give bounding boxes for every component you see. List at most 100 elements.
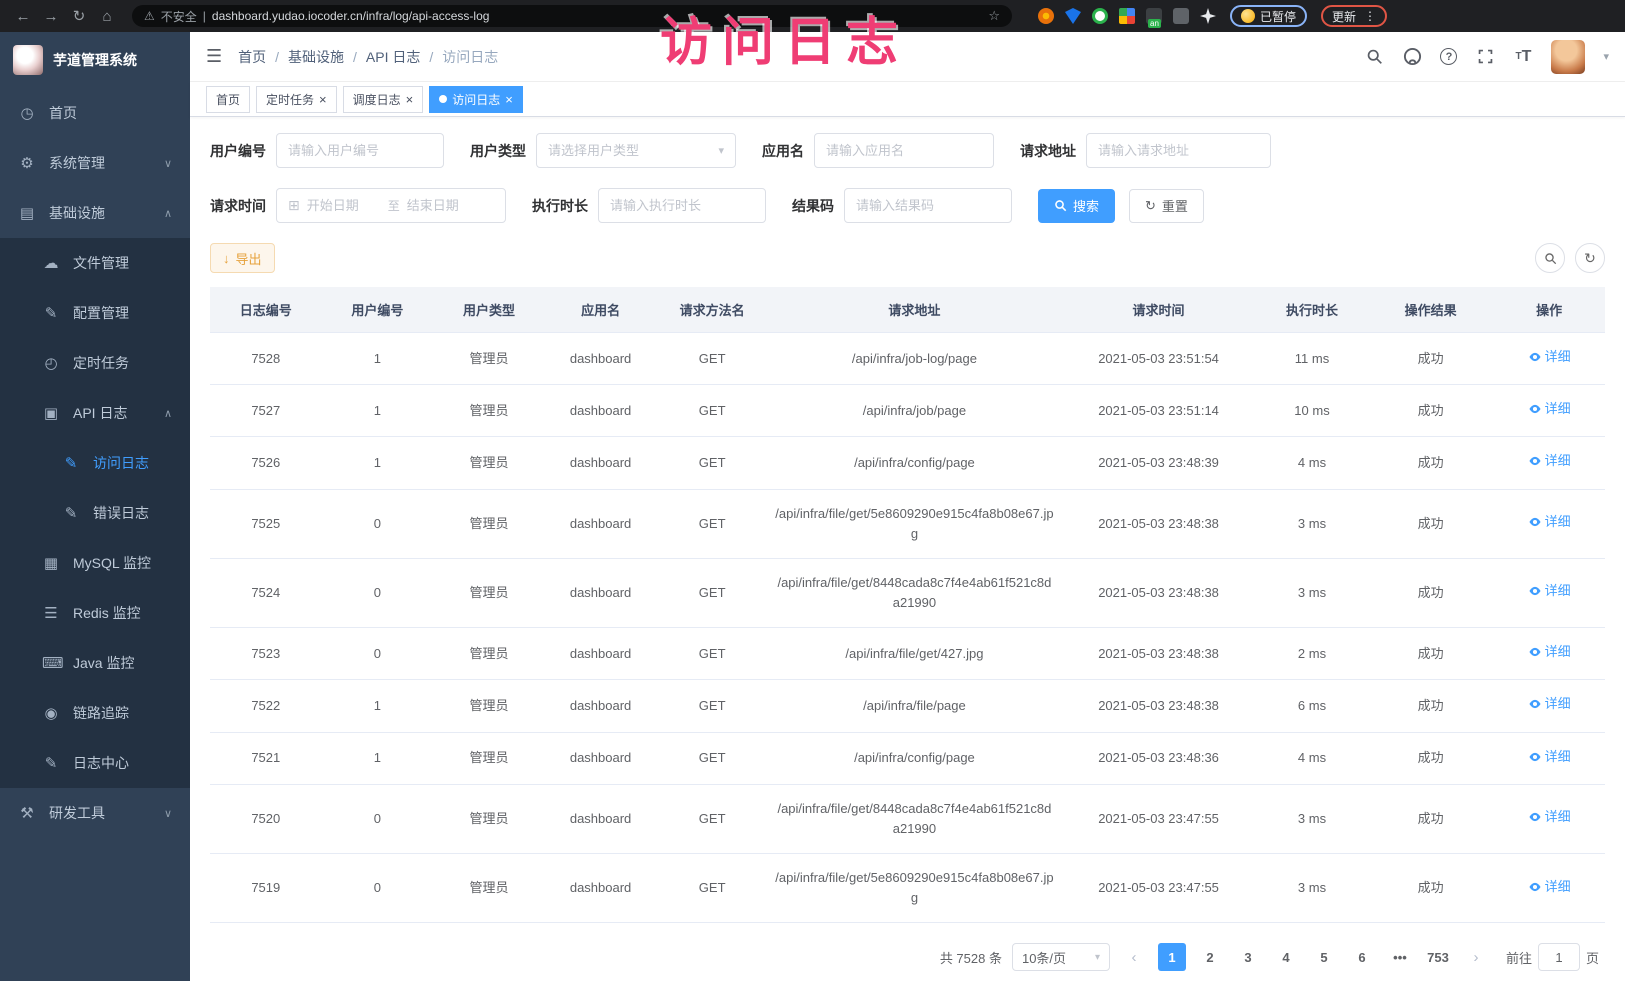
page-size-select[interactable]: 10条/页 ▾ <box>1012 943 1110 971</box>
close-icon[interactable]: × <box>406 93 414 106</box>
tab-home[interactable]: 首页 <box>206 86 250 113</box>
extension-icon[interactable] <box>1200 8 1216 24</box>
extension-icon[interactable] <box>1119 8 1135 24</box>
app-name-input[interactable] <box>826 143 982 158</box>
sidebar-item-home[interactable]: ◷ 首页 <box>0 88 190 138</box>
back-icon[interactable]: ← <box>10 8 36 25</box>
detail-link[interactable]: 详细 <box>1528 694 1571 714</box>
page-button-4[interactable]: 4 <box>1272 943 1300 971</box>
sidebar-item-config-management[interactable]: ✎ 配置管理 <box>0 288 190 338</box>
fullscreen-icon[interactable] <box>1475 47 1495 67</box>
detail-link[interactable]: 详细 <box>1528 877 1571 897</box>
user-id-field[interactable] <box>276 133 444 168</box>
extension-icon[interactable] <box>1065 8 1081 24</box>
extension-icon[interactable] <box>1173 8 1189 24</box>
cell-action: 详细 <box>1493 385 1605 437</box>
extension-icon[interactable]: an <box>1146 8 1162 24</box>
detail-link-label: 详细 <box>1545 807 1571 827</box>
search-icon[interactable] <box>1364 47 1384 67</box>
refresh-table-button[interactable]: ↻ <box>1575 243 1605 273</box>
detail-link[interactable]: 详细 <box>1528 807 1571 827</box>
edit-icon: ✎ <box>62 454 80 472</box>
browser-menu-icon[interactable]: ⋮ <box>1364 9 1376 23</box>
user-avatar[interactable] <box>1551 40 1585 74</box>
start-date-input[interactable] <box>307 198 381 213</box>
hamburger-icon[interactable]: ☰ <box>206 46 222 67</box>
page-ellipsis[interactable]: ••• <box>1386 943 1414 971</box>
help-icon[interactable]: ? <box>1440 48 1457 65</box>
sidebar-item-dev-tools[interactable]: ⚒ 研发工具 ∨ <box>0 788 190 838</box>
end-date-input[interactable] <box>407 198 481 213</box>
sidebar-logo[interactable]: 芋道管理系统 <box>0 32 190 88</box>
breadcrumb-home[interactable]: 首页 <box>238 47 266 67</box>
sidebar-item-redis-monitor[interactable]: ☰ Redis 监控 <box>0 588 190 638</box>
search-button[interactable]: 搜索 <box>1038 189 1115 223</box>
request-url-field[interactable] <box>1086 133 1271 168</box>
reload-icon[interactable]: ↻ <box>66 7 92 25</box>
sidebar-item-infrastructure[interactable]: ▤ 基础设施 ∧ <box>0 188 190 238</box>
breadcrumb-infrastructure[interactable]: 基础设施 <box>288 47 344 67</box>
cell-url: /api/infra/file/get/427.jpg <box>768 628 1061 680</box>
tab-dispatch-log[interactable]: 调度日志 × <box>343 86 424 113</box>
breadcrumb-api-log[interactable]: API 日志 <box>366 47 420 67</box>
detail-link[interactable]: 详细 <box>1528 512 1571 532</box>
page-button-last[interactable]: 753 <box>1424 943 1452 971</box>
address-bar[interactable]: ⚠ 不安全 | dashboard.yudao.iocoder.cn/infra… <box>132 5 1012 27</box>
home-icon[interactable]: ⌂ <box>94 8 120 25</box>
bookmark-star-icon[interactable]: ☆ <box>988 8 1000 24</box>
page-button-3[interactable]: 3 <box>1234 943 1262 971</box>
cell-action: 详细 <box>1493 333 1605 385</box>
sidebar-item-scheduled-tasks[interactable]: ◴ 定时任务 <box>0 338 190 388</box>
extension-icon[interactable] <box>1038 8 1054 24</box>
duration-input[interactable] <box>610 198 754 213</box>
cell-app-name: dashboard <box>545 437 657 489</box>
browser-profile-button[interactable]: 已暂停 <box>1230 5 1307 27</box>
detail-link[interactable]: 详细 <box>1528 451 1571 471</box>
sidebar-item-system-management[interactable]: ⚙ 系统管理 ∨ <box>0 138 190 188</box>
page-button-5[interactable]: 5 <box>1310 943 1338 971</box>
tab-scheduled-tasks[interactable]: 定时任务 × <box>256 86 337 113</box>
sidebar-item-api-log[interactable]: ▣ API 日志 ∧ <box>0 388 190 438</box>
request-time-range-picker[interactable]: ⊞ 至 <box>276 188 506 223</box>
result-code-input[interactable] <box>856 198 1000 213</box>
detail-link[interactable]: 详细 <box>1528 347 1571 367</box>
reset-button[interactable]: ↻ 重置 <box>1129 189 1204 223</box>
prev-page-button[interactable]: ‹ <box>1120 943 1148 971</box>
detail-link[interactable]: 详细 <box>1528 642 1571 662</box>
user-id-input[interactable] <box>288 143 432 158</box>
export-button[interactable]: ↓ 导出 <box>210 243 275 273</box>
duration-field[interactable] <box>598 188 766 223</box>
next-page-button[interactable]: › <box>1462 943 1490 971</box>
sidebar-item-file-management[interactable]: ☁ 文件管理 <box>0 238 190 288</box>
font-size-icon[interactable]: TT <box>1513 47 1533 67</box>
close-icon[interactable]: × <box>319 93 327 106</box>
github-icon[interactable] <box>1402 47 1422 67</box>
tab-access-log[interactable]: 访问日志 × <box>429 86 523 113</box>
extension-icon[interactable] <box>1092 8 1108 24</box>
close-icon[interactable]: × <box>505 93 513 106</box>
page-button-1[interactable]: 1 <box>1158 943 1186 971</box>
cell-user-type: 管理员 <box>433 784 545 853</box>
browser-update-button[interactable]: 更新 ⋮ <box>1321 5 1387 27</box>
page-button-2[interactable]: 2 <box>1196 943 1224 971</box>
detail-link[interactable]: 详细 <box>1528 399 1571 419</box>
detail-link[interactable]: 详细 <box>1528 747 1571 767</box>
user-type-select[interactable]: ▾ <box>536 133 736 168</box>
sidebar-item-log-center[interactable]: ✎ 日志中心 <box>0 738 190 788</box>
user-type-input[interactable] <box>548 143 711 158</box>
sidebar-item-error-log[interactable]: ✎ 错误日志 <box>0 488 190 538</box>
cell-url: /api/infra/config/page <box>768 437 1061 489</box>
page-button-6[interactable]: 6 <box>1348 943 1376 971</box>
result-code-field[interactable] <box>844 188 1012 223</box>
sidebar-item-java-monitor[interactable]: ⌨ Java 监控 <box>0 638 190 688</box>
detail-link[interactable]: 详细 <box>1528 581 1571 601</box>
hide-search-button[interactable] <box>1535 243 1565 273</box>
avatar-caret-icon[interactable]: ▾ <box>1603 50 1609 63</box>
sidebar-item-access-log[interactable]: ✎ 访问日志 <box>0 438 190 488</box>
sidebar-item-mysql-monitor[interactable]: ▦ MySQL 监控 <box>0 538 190 588</box>
goto-page-input[interactable] <box>1538 943 1580 971</box>
app-name-field[interactable] <box>814 133 994 168</box>
sidebar-item-trace[interactable]: ◉ 链路追踪 <box>0 688 190 738</box>
request-url-input[interactable] <box>1098 143 1259 158</box>
forward-icon[interactable]: → <box>38 8 64 25</box>
